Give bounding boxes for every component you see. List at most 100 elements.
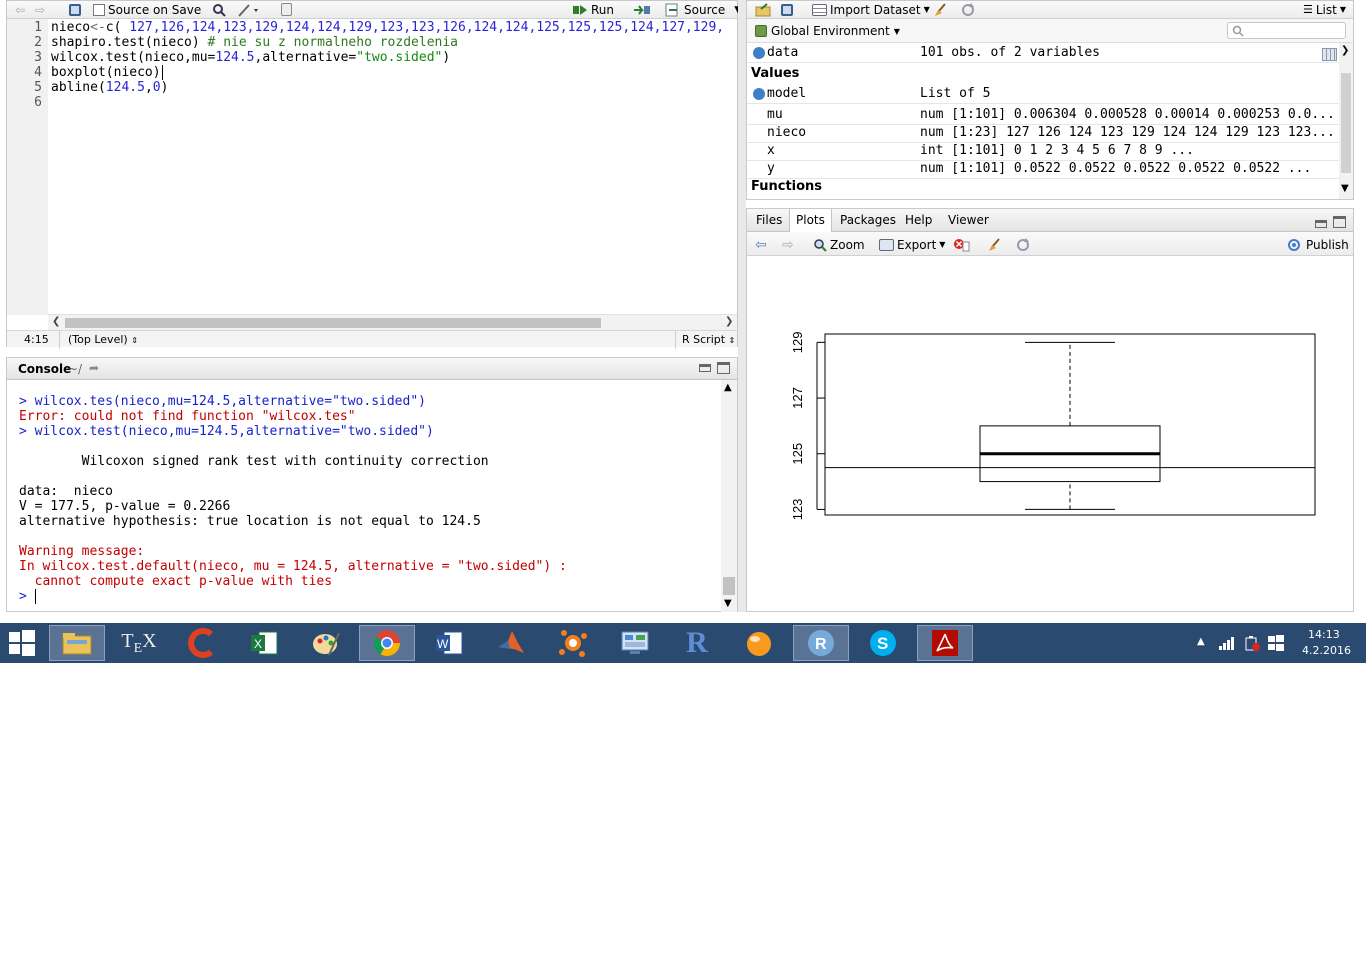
editor-horizontal-scrollbar[interactable]: ❮ ❯: [48, 314, 737, 330]
source-button[interactable]: Source ▼: [665, 1, 741, 18]
scroll-down-icon[interactable]: ▼: [1341, 183, 1349, 194]
console-line: > wilcox.tes(nieco,mu=124.5,alternative=…: [19, 394, 426, 409]
scope-selector[interactable]: (Top Level) ⇕: [59, 331, 138, 349]
rerun-icon[interactable]: [632, 1, 652, 18]
rstudio-icon[interactable]: R: [793, 625, 849, 661]
plots-pane: Files Plots Packages Help Viewer ⇦ ⇨ Zoo…: [746, 208, 1354, 612]
functions-header: Functions: [751, 179, 823, 194]
env-row-nieco[interactable]: nieco num [1:23] 127 126 124 123 129 124…: [747, 124, 1339, 143]
environment-subbar: Global Environment ▼: [747, 19, 1353, 43]
chevron-down-icon: ▼: [923, 5, 930, 14]
editor-status-bar: 4:15 (Top Level) ⇕ R Script ⇕: [7, 330, 737, 349]
chevron-down-icon: ▼: [939, 240, 946, 249]
publish-button[interactable]: Publish: [1287, 236, 1349, 253]
paint-icon[interactable]: [298, 625, 354, 661]
excel-icon[interactable]: X: [236, 625, 292, 661]
list-icon: ☰: [1303, 3, 1313, 16]
r-icon[interactable]: R: [669, 625, 725, 661]
maximize-icon[interactable]: [1333, 216, 1346, 228]
console-output[interactable]: > wilcox.tes(nieco,mu=124.5,alternative=…: [7, 380, 721, 612]
clock-date[interactable]: 4.2.2016: [1302, 644, 1351, 657]
acrobat-icon[interactable]: [917, 625, 973, 661]
export-button[interactable]: Export ▼: [879, 236, 945, 253]
notebook-icon[interactable]: [281, 1, 292, 18]
console-prompt[interactable]: >: [19, 589, 36, 604]
svg-text:S: S: [877, 634, 888, 653]
save-icon[interactable]: [69, 1, 81, 18]
file-explorer-icon[interactable]: [49, 625, 105, 661]
maximize-icon[interactable]: [717, 362, 730, 374]
windows-notification-icon[interactable]: [1268, 635, 1284, 651]
forward-arrow-icon[interactable]: ⇨: [35, 1, 45, 18]
word-icon[interactable]: W: [421, 625, 477, 661]
windows-start-icon[interactable]: [0, 625, 44, 661]
env-row-model[interactable]: model List of 5: [747, 85, 1339, 104]
console-tab[interactable]: Console: [18, 362, 71, 376]
grid-view-icon[interactable]: [1322, 48, 1337, 61]
console-line: > wilcox.test(nieco,mu=124.5,alternative…: [19, 424, 434, 439]
zoom-button[interactable]: Zoom: [813, 236, 865, 253]
clear-broom-icon[interactable]: [933, 1, 949, 18]
network-icon[interactable]: [1218, 635, 1236, 651]
environment-vertical-scrollbar[interactable]: ❯ ▼: [1339, 43, 1353, 199]
env-row-mu[interactable]: mu num [1:101] 0.006304 0.000528 0.00014…: [747, 106, 1339, 125]
scrollbar-thumb[interactable]: [1341, 73, 1351, 173]
go-to-directory-icon[interactable]: ➦: [89, 361, 99, 375]
scrollbar-thumb[interactable]: [723, 577, 735, 595]
show-hidden-icons-icon[interactable]: ▲: [1197, 636, 1205, 647]
env-row-data[interactable]: data 101 obs. of 2 variables: [747, 44, 1339, 63]
matlab-icon[interactable]: [483, 625, 539, 661]
code-tools-icon[interactable]: [237, 1, 259, 18]
clock-time[interactable]: 14:13: [1308, 628, 1340, 641]
r-ball-icon[interactable]: [731, 625, 787, 661]
avast-icon[interactable]: [545, 625, 601, 661]
back-arrow-icon[interactable]: ⇦: [15, 1, 25, 18]
tab-viewer[interactable]: Viewer: [942, 209, 995, 231]
scroll-up-icon[interactable]: ❯: [1341, 45, 1349, 56]
vertical-splitter[interactable]: [738, 0, 746, 612]
control-panel-icon[interactable]: [607, 625, 663, 661]
minimize-icon[interactable]: [699, 364, 711, 372]
env-row-x[interactable]: x int [1:101] 0 1 2 3 4 5 6 7 8 9 ...: [747, 142, 1339, 161]
clear-broom-icon[interactable]: [987, 236, 1003, 253]
battery-icon[interactable]: [1243, 634, 1261, 652]
code-line-3: wilcox.test(nieco,mu=124.5,alternative="…: [51, 50, 451, 65]
env-row-y[interactable]: y num [1:101] 0.0522 0.0522 0.0522 0.052…: [747, 160, 1339, 179]
code-area[interactable]: nieco<-c( 127,126,124,123,129,124,124,12…: [7, 20, 737, 314]
expand-icon[interactable]: [753, 47, 765, 59]
list-view-button[interactable]: ☰ List ▼: [1303, 1, 1346, 18]
tab-help[interactable]: Help: [899, 209, 938, 231]
import-dataset-button[interactable]: Import Dataset ▼: [812, 1, 930, 18]
global-environment-selector[interactable]: Global Environment ▼: [755, 24, 900, 38]
scroll-down-icon[interactable]: ▼: [724, 598, 732, 609]
search-icon[interactable]: [212, 1, 226, 18]
run-button[interactable]: Run: [572, 1, 614, 18]
chrome-icon[interactable]: [359, 625, 415, 661]
load-workspace-icon[interactable]: [755, 1, 773, 18]
scrollbar-thumb[interactable]: [65, 318, 601, 328]
environment-list: data 101 obs. of 2 variables Values mode…: [747, 43, 1339, 199]
scroll-right-icon[interactable]: ❯: [725, 316, 733, 327]
tab-plots[interactable]: Plots: [789, 209, 832, 232]
scroll-left-icon[interactable]: ❮: [52, 316, 60, 327]
remove-plot-icon[interactable]: [953, 236, 971, 253]
minimize-icon[interactable]: [1315, 220, 1327, 228]
environment-search-input[interactable]: [1227, 22, 1346, 39]
expand-icon[interactable]: [753, 88, 765, 100]
console-vertical-scrollbar[interactable]: ▲ ▼: [721, 380, 737, 612]
tex-icon[interactable]: TEX: [111, 625, 167, 661]
save-workspace-icon[interactable]: [781, 1, 793, 18]
file-type-selector[interactable]: R Script ⇕: [675, 331, 735, 349]
source-on-save-checkbox[interactable]: Source on Save: [93, 1, 201, 18]
tab-files[interactable]: Files: [750, 209, 788, 231]
svg-text:W: W: [437, 637, 449, 651]
search-icon: [1232, 25, 1244, 37]
next-plot-icon[interactable]: ⇨: [782, 236, 794, 253]
previous-plot-icon[interactable]: ⇦: [755, 236, 767, 253]
scroll-up-icon[interactable]: ▲: [724, 382, 732, 393]
tab-packages[interactable]: Packages: [834, 209, 902, 231]
refresh-icon[interactable]: [961, 1, 975, 18]
refresh-icon[interactable]: [1016, 236, 1030, 253]
ccleaner-icon[interactable]: [174, 625, 230, 661]
skype-icon[interactable]: S: [855, 625, 911, 661]
